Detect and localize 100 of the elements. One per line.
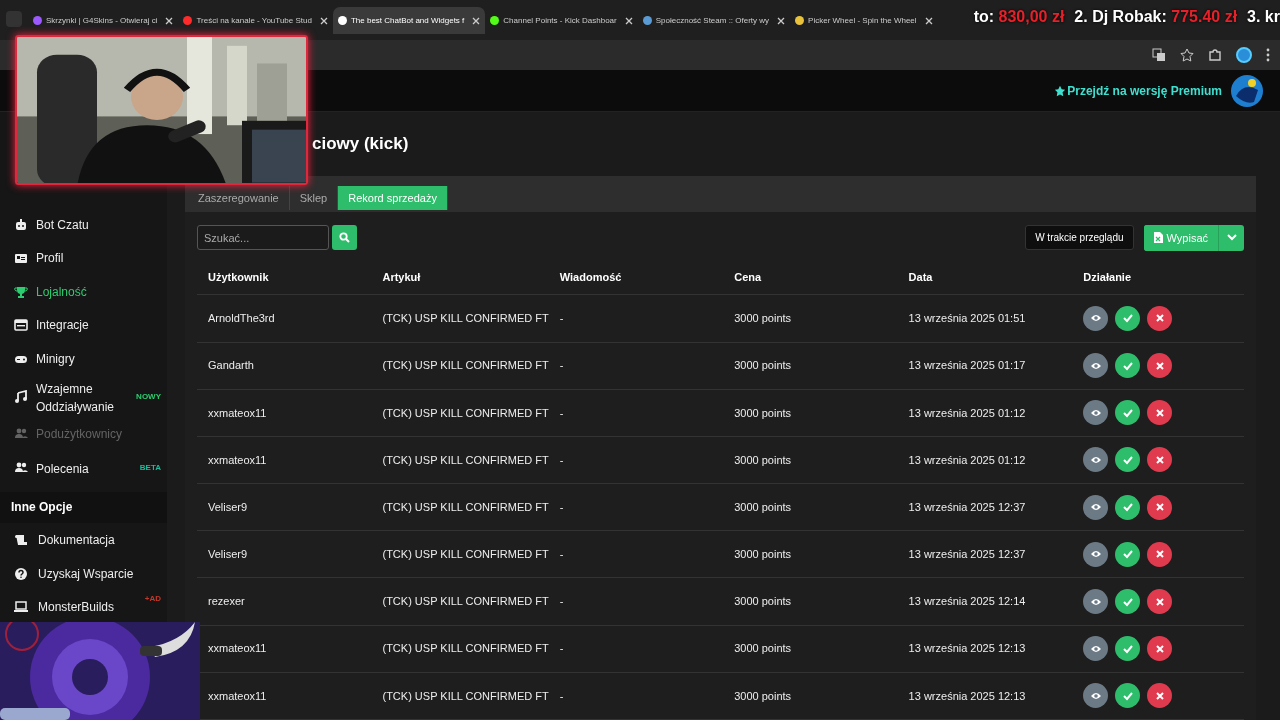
- browser-tab[interactable]: Picker Wheel - Spin the Wheel: [790, 7, 938, 34]
- table-cell: -: [559, 548, 564, 561]
- approve-button[interactable]: [1115, 400, 1141, 426]
- reject-button[interactable]: [1147, 447, 1173, 473]
- column-header: Artykuł: [382, 271, 421, 284]
- approve-button[interactable]: [1115, 589, 1141, 615]
- table-cell: 13 września 2025 01:12: [908, 453, 1026, 466]
- table-cell: -: [559, 642, 564, 655]
- view-button[interactable]: [1083, 541, 1109, 567]
- browser-tab[interactable]: Społeczność Steam :: Oferty wy: [637, 7, 791, 34]
- close-icon: [1153, 595, 1166, 608]
- search-field[interactable]: Szukać...: [197, 225, 329, 251]
- close-icon[interactable]: [777, 16, 786, 25]
- close-icon[interactable]: [924, 16, 933, 25]
- table-cell: 3000 points: [734, 312, 792, 325]
- approve-button[interactable]: [1115, 494, 1141, 520]
- table-cell: xxmateox11: [208, 453, 267, 466]
- reject-button[interactable]: [1147, 400, 1173, 426]
- view-button[interactable]: [1083, 353, 1109, 379]
- browser-tab[interactable]: Treści na kanale - YouTube Stud: [178, 7, 333, 34]
- table-cell: xxmateox11: [208, 689, 267, 702]
- sidebar-item[interactable]: Dokumentacja: [0, 523, 167, 557]
- table-cell: 13 września 2025 01:12: [908, 406, 1026, 419]
- reject-button[interactable]: [1147, 589, 1173, 615]
- table-cell: Gandarth: [208, 359, 254, 372]
- star-icon[interactable]: [1180, 48, 1194, 62]
- check-icon: [1121, 312, 1134, 325]
- browser-tab[interactable]: Skrzynki | G4Skins - Otwieraj ci: [28, 7, 179, 34]
- sidebar-item[interactable]: Bot Czatu: [0, 208, 167, 242]
- donor-name: 3. kr: [1247, 7, 1280, 27]
- view-button[interactable]: [1083, 636, 1109, 662]
- table-cell: (TCK) USP KILL CONFIRMED FT: [382, 500, 549, 513]
- reject-button[interactable]: [1147, 494, 1173, 520]
- sidebar-item[interactable]: Profil: [0, 241, 167, 275]
- view-button[interactable]: [1083, 400, 1109, 426]
- table-cell: 13 września 2025 01:17: [908, 359, 1026, 372]
- check-icon: [1121, 501, 1134, 514]
- content-tab[interactable]: Zaszeregowanie: [188, 185, 290, 210]
- reject-button[interactable]: [1147, 636, 1173, 662]
- export-label: Wypisać: [1166, 230, 1208, 246]
- approve-button[interactable]: [1115, 636, 1141, 662]
- menu-icon[interactable]: [1266, 48, 1270, 62]
- table-cell: 13 września 2025 12:14: [908, 595, 1026, 608]
- translate-icon[interactable]: [1152, 48, 1166, 62]
- table-cell: -: [559, 500, 564, 513]
- sidebar-item[interactable]: Lojalność: [0, 275, 167, 309]
- table-cell: -: [559, 689, 564, 702]
- table-cell: 3000 points: [734, 642, 792, 655]
- sidebar-item[interactable]: Integracje: [0, 308, 167, 342]
- browser-tab[interactable]: The best ChatBot and Widgets f: [332, 7, 486, 34]
- puzzle-icon[interactable]: [1208, 48, 1222, 62]
- approve-button[interactable]: [1115, 683, 1141, 709]
- table-cell: ArnoldThe3rd: [208, 312, 275, 325]
- view-button[interactable]: [1083, 589, 1109, 615]
- table-cell: (TCK) USP KILL CONFIRMED FT: [382, 689, 549, 702]
- approve-button[interactable]: [1115, 447, 1141, 473]
- tab-title: Społeczność Steam :: Oferty wy: [655, 14, 770, 27]
- page-title: ciowy (kick): [312, 133, 409, 156]
- sidebar-item[interactable]: Uzyskaj Wsparcie: [0, 557, 167, 591]
- close-icon[interactable]: [319, 16, 328, 25]
- user-avatar[interactable]: [1230, 73, 1264, 108]
- reject-button[interactable]: [1147, 353, 1173, 379]
- sidebar-item[interactable]: Polecenia BETA: [0, 451, 167, 485]
- window-icon: [14, 318, 28, 333]
- table-cell: 3000 points: [734, 406, 792, 419]
- close-icon: [1153, 406, 1166, 419]
- view-button[interactable]: [1083, 447, 1109, 473]
- sidebar-item[interactable]: Wzajemne Oddziaływanie NOWY: [0, 375, 167, 418]
- status-label: BETA: [139, 461, 161, 474]
- sidebar-item[interactable]: MonsterBuilds +AD: [0, 590, 167, 624]
- table-cell: 13 września 2025 12:13: [908, 689, 1026, 702]
- table-cell: 3000 points: [734, 689, 792, 702]
- sidebar-item[interactable]: Minigry: [0, 342, 167, 376]
- column-header: Działanie: [1083, 271, 1132, 284]
- view-button[interactable]: [1083, 305, 1109, 331]
- search-icon: [339, 232, 350, 244]
- table-cell: 13 września 2025 01:51: [908, 312, 1026, 325]
- close-icon[interactable]: [624, 16, 633, 25]
- search-button[interactable]: [332, 225, 357, 251]
- review-filter-button[interactable]: W trakcie przeglądu: [1025, 225, 1134, 251]
- reject-button[interactable]: [1147, 305, 1173, 331]
- approve-button[interactable]: [1115, 353, 1141, 379]
- reject-button[interactable]: [1147, 683, 1173, 709]
- approve-button[interactable]: [1115, 305, 1141, 331]
- approve-button[interactable]: [1115, 541, 1141, 567]
- table-cell: xxmateox11: [208, 406, 267, 419]
- table-cell: (TCK) USP KILL CONFIRMED FT: [382, 453, 549, 466]
- close-icon[interactable]: [472, 16, 481, 25]
- premium-link[interactable]: Przejdź na wersję Premium: [1054, 81, 1222, 100]
- table-cell: 3000 points: [734, 359, 792, 372]
- reject-button[interactable]: [1147, 541, 1173, 567]
- browser-tab[interactable]: Channel Points - Kick Dashboar: [485, 7, 638, 34]
- close-icon: [1153, 642, 1166, 655]
- table-cell: 13 września 2025 12:37: [908, 548, 1026, 561]
- table-cell: 3000 points: [734, 453, 792, 466]
- profile-avatar[interactable]: [1236, 47, 1252, 63]
- trophy-icon: [14, 284, 28, 299]
- view-button[interactable]: [1083, 494, 1109, 520]
- close-icon[interactable]: [165, 16, 174, 25]
- view-button[interactable]: [1083, 683, 1109, 709]
